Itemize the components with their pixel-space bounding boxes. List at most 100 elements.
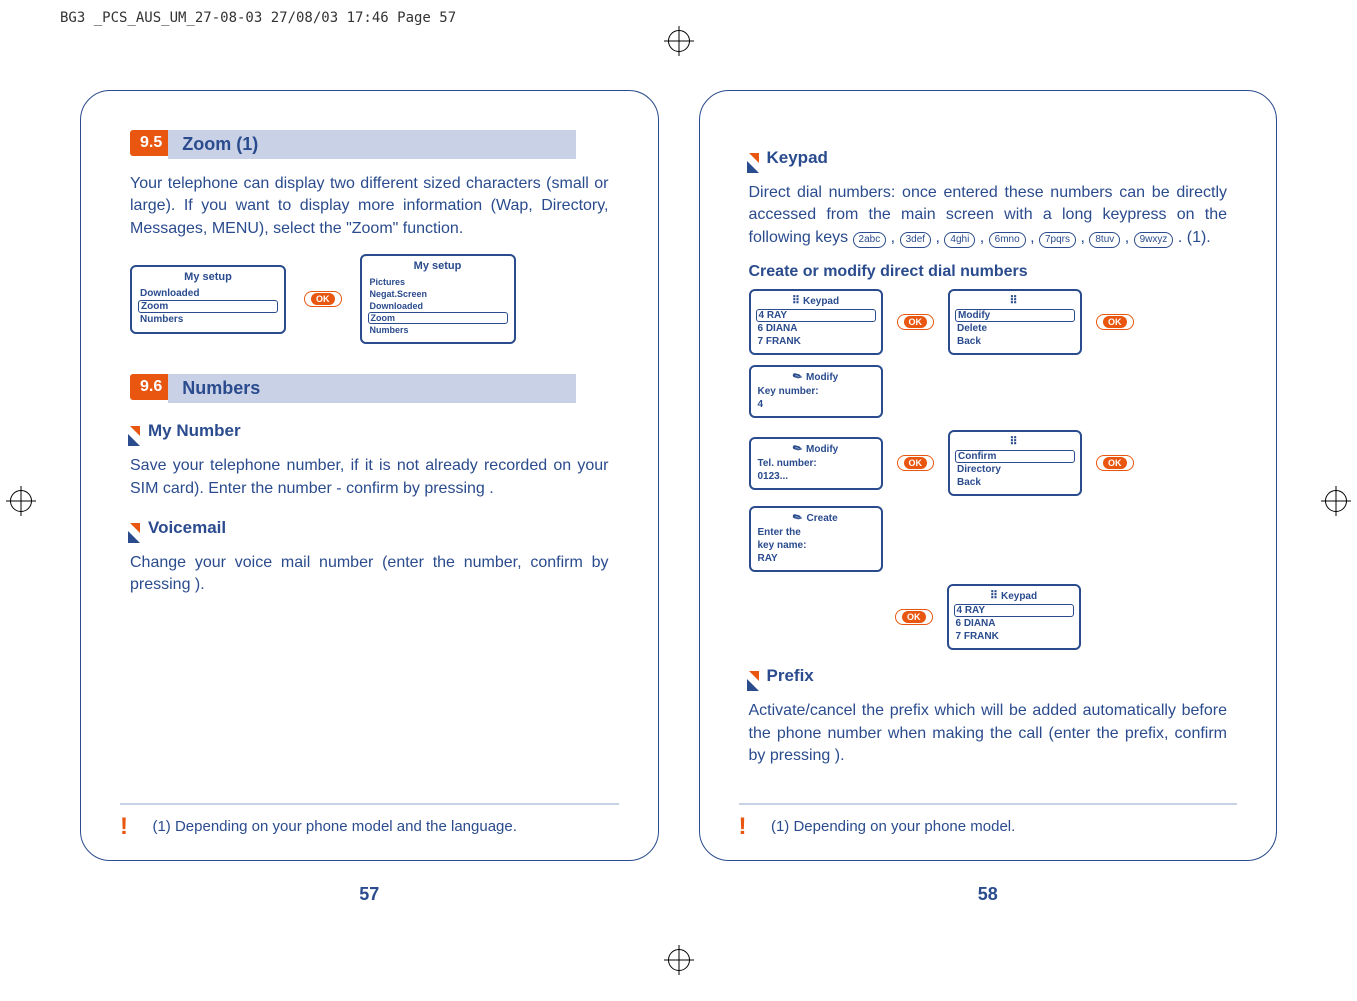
screens-grid-row: ✎Modify Tel. number: 0123... OK ⠿ Confir… (749, 430, 1228, 572)
page-number: 58 (679, 884, 1298, 905)
screen-row: Pictures (368, 276, 508, 288)
screen-row: Numbers (368, 324, 508, 336)
phone-screen: ⠿Keypad 4 RAY 6 DIANA 7 FRANK (749, 289, 883, 355)
phone-screen: ✎Create Enter the key name: RAY (749, 506, 883, 572)
ok-label: OK (311, 293, 335, 305)
phone-screen: ⠿ Confirm Directory Back (948, 430, 1082, 496)
registration-mark-icon (10, 490, 32, 512)
subsection-header: Keypad (749, 148, 1228, 168)
ok-button-icon: OK (304, 291, 342, 307)
key-icon: 9wxyz (1134, 232, 1174, 248)
blue-heading: Create or modify direct dial numbers (749, 263, 1228, 281)
screen-title: Modify (806, 444, 838, 455)
subsection-title: My Number (148, 421, 241, 441)
screen-row: Directory (955, 463, 1075, 476)
subsection-title: Voicemail (148, 518, 226, 538)
triangle-icon (130, 426, 140, 436)
screen-row: Enter the (756, 526, 876, 539)
body-paragraph: Your telephone can display two different… (130, 173, 609, 240)
screen-row: Downloaded (138, 287, 278, 300)
footnote-text: (1) Depending on your phone model. (771, 818, 1015, 835)
text-span: . (1). (1178, 229, 1211, 246)
screen-title: Modify (806, 372, 838, 383)
screens-row: My setup Downloaded Zoom Numbers OK My s… (130, 254, 609, 344)
page-number: 57 (60, 884, 679, 905)
section-header: 9.6Numbers (130, 374, 609, 403)
registration-mark-icon (668, 30, 690, 52)
ok-label: OK (904, 316, 928, 328)
section-header: 9.5Zoom (1) (130, 130, 609, 159)
screen-title: Create (807, 513, 838, 524)
key-icon: 4ghi (944, 232, 975, 248)
key-icon: 8tuv (1089, 232, 1120, 248)
screen-row: Tel. number: (756, 457, 876, 470)
body-paragraph: Change your voice mail number (enter the… (130, 552, 609, 597)
screen-row: Numbers (138, 313, 278, 326)
screens-grid-row: ⠿Keypad 4 RAY 6 DIANA 7 FRANK OK ⠿ Modif… (749, 289, 1228, 418)
screen-row: key name: (756, 539, 876, 552)
screen-row: 7 FRANK (756, 335, 876, 348)
pdf-header: BG3 _PCS_AUS_UM_27-08-03 27/08/03 17:46 … (60, 10, 456, 26)
ok-label: OK (1103, 316, 1127, 328)
pencil-icon: ✎ (790, 369, 804, 385)
screen-row: 6 DIANA (756, 322, 876, 335)
left-page: 9.5Zoom (1) Your telephone can display t… (60, 80, 679, 921)
subsection-title: Keypad (767, 148, 828, 168)
subsection-title: Prefix (767, 666, 814, 686)
phone-screen: My setup Pictures Negat.Screen Downloade… (360, 254, 516, 344)
page-spread: 9.5Zoom (1) Your telephone can display t… (60, 80, 1297, 921)
triangle-icon (749, 153, 759, 163)
subsection-header: Voicemail (130, 518, 609, 538)
section-number: 9.5 (130, 130, 172, 156)
screen-row: Downloaded (368, 300, 508, 312)
ok-button-icon: OK (1096, 314, 1134, 330)
screen-row-selected: Zoom (368, 312, 508, 324)
screens-grid-row: OK ⠿ Keypad 4 RAY 6 DIANA 7 FRANK (749, 584, 1228, 650)
keypad-icon: ⠿ (990, 589, 997, 602)
phone-screen: ✎Modify Tel. number: 0123... (749, 437, 883, 490)
registration-mark-icon (1325, 490, 1347, 512)
screen-row-selected: 4 RAY (954, 604, 1074, 617)
screen-row: Back (955, 476, 1075, 489)
screen-row: 6 DIANA (954, 617, 1074, 630)
footnote: ! (1) Depending on your phone model. (739, 803, 1238, 841)
ok-button-icon: OK (897, 314, 935, 330)
body-paragraph: Direct dial numbers: once entered these … (749, 182, 1228, 249)
screen-row: Negat.Screen (368, 288, 508, 300)
screen-row: 0123... (756, 470, 876, 483)
keypad-icon: ⠿ (1009, 435, 1016, 448)
ok-button-icon: OK (1096, 455, 1134, 471)
triangle-icon (749, 671, 759, 681)
exclaim-icon: ! (739, 813, 747, 841)
section-title: Zoom (1) (168, 130, 576, 159)
phone-screen: ⠿ Keypad 4 RAY 6 DIANA 7 FRANK (947, 584, 1081, 650)
body-paragraph: Save your telephone number, if it is not… (130, 455, 609, 500)
screen-row: Delete (955, 322, 1075, 335)
footnote: ! (1) Depending on your phone model and … (120, 803, 619, 841)
screen-row: 7 FRANK (954, 630, 1074, 643)
screen-row-selected: Confirm (955, 450, 1075, 463)
screen-title: Keypad (803, 296, 839, 307)
phone-screen: ⠿ Modify Delete Back (948, 289, 1082, 355)
screen-row-selected: 4 RAY (756, 309, 876, 322)
screen-row: Back (955, 335, 1075, 348)
text-span: Save your telephone number, if it is not… (130, 457, 609, 496)
key-icon: 7pqrs (1039, 232, 1076, 248)
screen-row: Key number: (756, 385, 876, 398)
screen-title: Keypad (1001, 591, 1037, 602)
key-icon: 3def (900, 232, 931, 248)
body-paragraph: Activate/cancel the prefix which will be… (749, 700, 1228, 767)
ok-button-icon: OK (897, 455, 935, 471)
screen-row-selected: Modify (955, 309, 1075, 322)
screen-title: My setup (184, 271, 232, 283)
ok-button-icon: OK (895, 609, 933, 625)
key-icon: 6mno (989, 232, 1026, 248)
ok-label: OK (904, 457, 928, 469)
subsection-header: Prefix (749, 666, 1228, 686)
subsection-header: My Number (130, 421, 609, 441)
key-icon: 2abc (853, 232, 887, 248)
pencil-icon: ✎ (790, 440, 804, 456)
ok-label: OK (902, 611, 926, 623)
section-number: 9.6 (130, 374, 172, 400)
pencil-icon: ✎ (791, 510, 805, 526)
